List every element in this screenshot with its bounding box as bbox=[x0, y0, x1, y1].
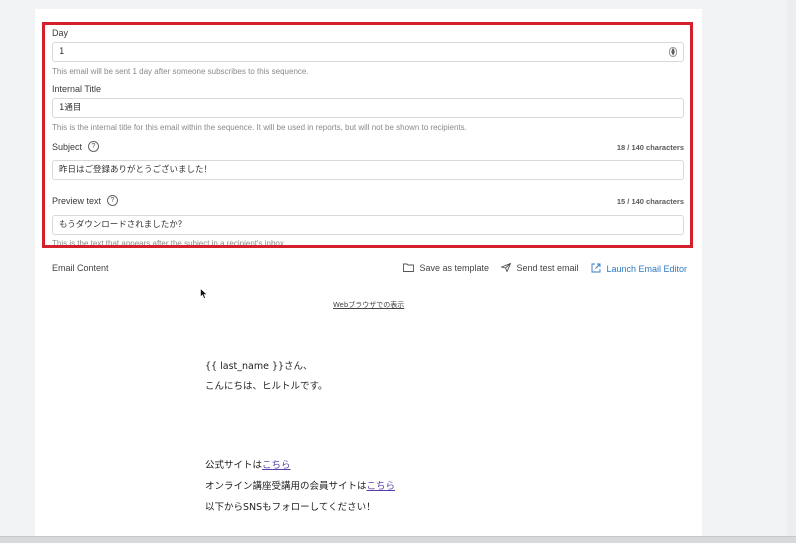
member-site-prefix: オンライン講座受講用の会員サイトは bbox=[205, 481, 367, 492]
email-greeting: {{ last_name }}さん、 bbox=[205, 361, 313, 372]
official-site-prefix: 公式サイトは bbox=[205, 460, 263, 471]
member-site-link[interactable]: こちら bbox=[367, 481, 396, 492]
save-as-template-label: Save as template bbox=[419, 263, 490, 273]
external-link-icon bbox=[591, 263, 601, 273]
mouse-cursor-icon bbox=[200, 288, 208, 299]
scrollbar-track[interactable] bbox=[787, 0, 796, 536]
send-test-email-label: Send test email bbox=[516, 263, 579, 273]
member-site-line: オンライン講座受講用の会員サイトはこちら bbox=[205, 478, 395, 492]
email-intro: こんにちは、ヒルトルです。 bbox=[205, 381, 328, 392]
send-icon bbox=[500, 262, 512, 273]
official-site-line: 公式サイトはこちら bbox=[205, 457, 291, 471]
web-browser-view-link[interactable]: Webブラウザでの表示 bbox=[333, 300, 404, 310]
official-site-link[interactable]: こちら bbox=[262, 460, 291, 471]
folder-icon bbox=[403, 263, 414, 272]
highlight-box bbox=[42, 22, 693, 248]
sns-follow-text: 以下からSNSもフォローしてください！ bbox=[205, 502, 376, 513]
save-as-template-button[interactable]: Save as template bbox=[403, 263, 489, 273]
email-content-label: Email Content bbox=[52, 263, 109, 273]
send-test-email-button[interactable]: Send test email bbox=[500, 262, 579, 273]
launch-email-editor-button[interactable]: Launch Email Editor bbox=[591, 263, 687, 274]
launch-email-editor-label: Launch Email Editor bbox=[606, 264, 688, 274]
